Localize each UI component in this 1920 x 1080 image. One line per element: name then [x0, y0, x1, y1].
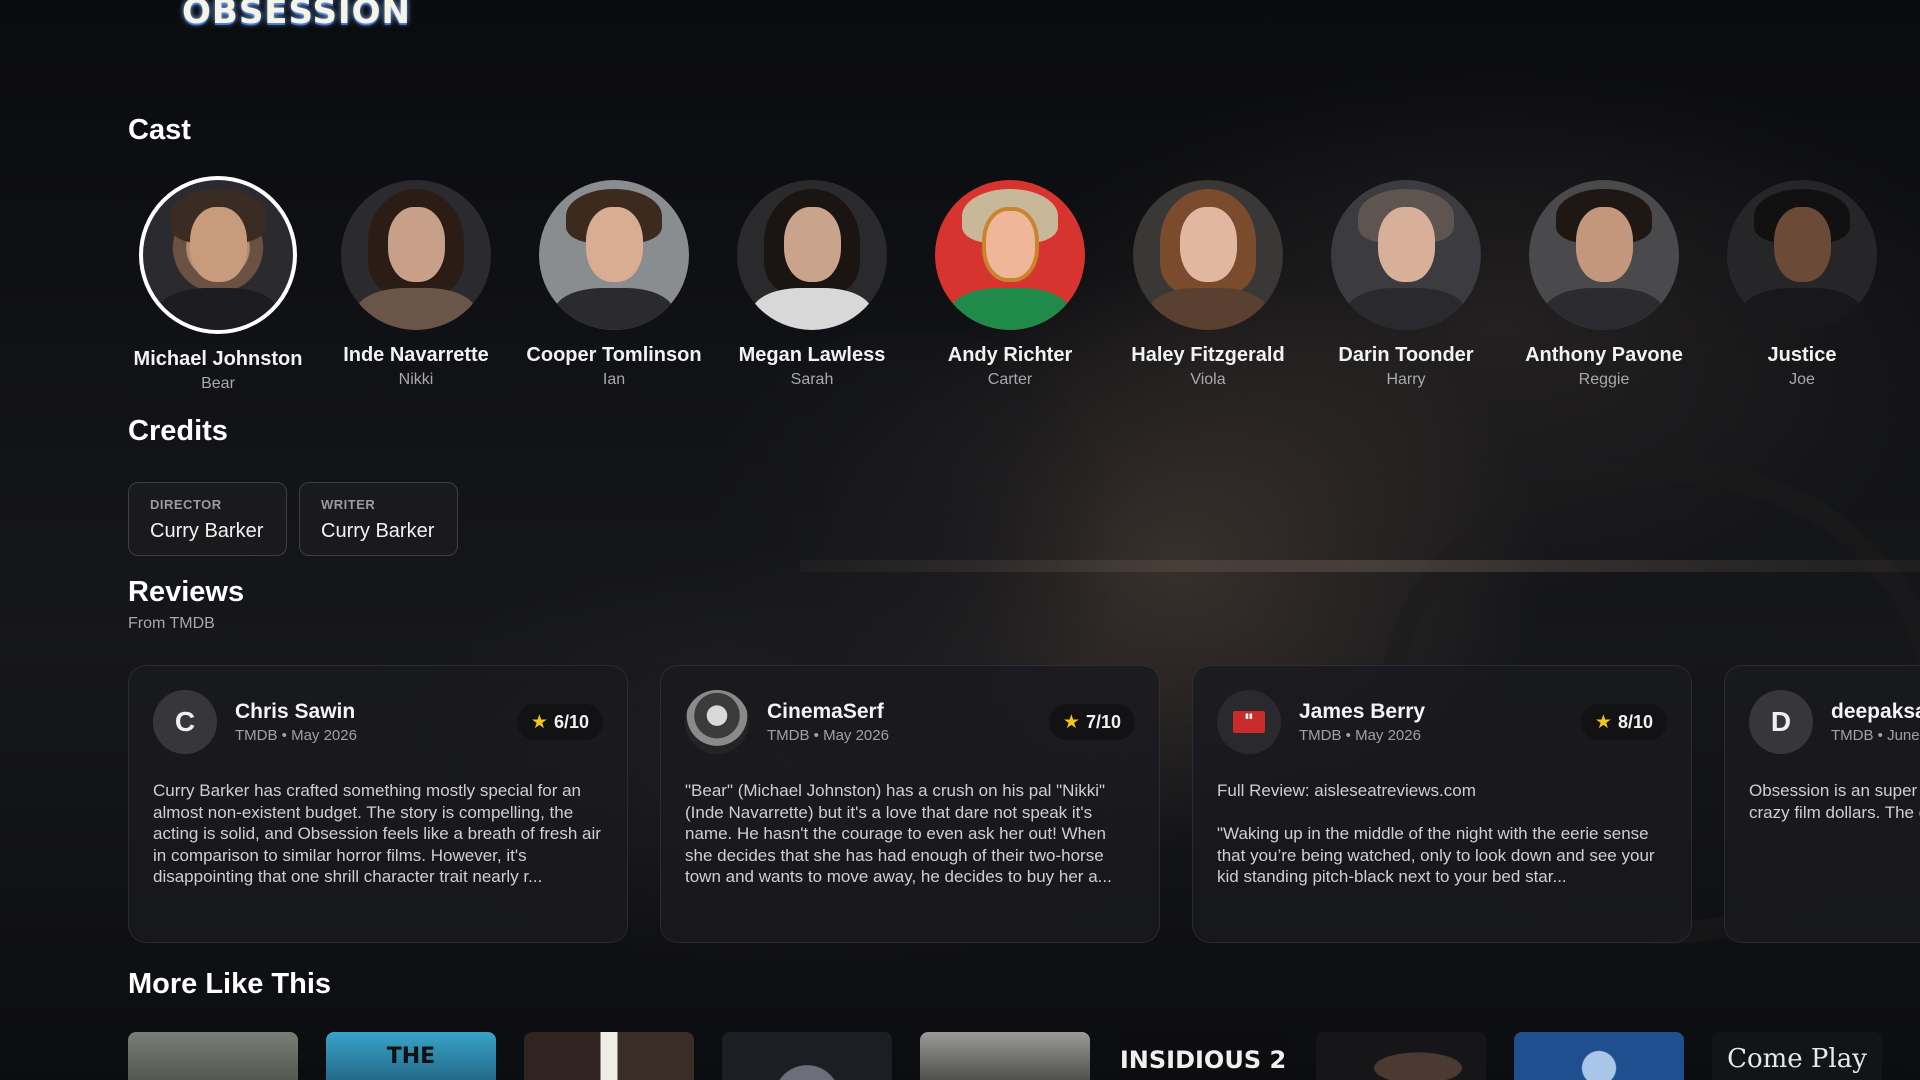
- rating-value: 8/10: [1617, 711, 1653, 732]
- cast-role: Viola: [1190, 371, 1226, 388]
- review-body: Full Review: aisleseatreviews.com "Wakin…: [1217, 781, 1655, 886]
- cast-avatar: [341, 180, 491, 330]
- star-icon: ★: [1594, 711, 1612, 733]
- cast-member[interactable]: Megan Lawless Sarah: [722, 176, 902, 389]
- review-author: CinemaSerf: [767, 700, 884, 723]
- cast-role: Nikki: [398, 371, 434, 388]
- review-source: TMDB • June: [1831, 727, 1920, 744]
- review-author: deepaksa: [1831, 700, 1920, 723]
- cast-member[interactable]: Cooper Tomlinson Ian: [524, 176, 704, 389]
- review-card[interactable]: D deepaksa TMDB • June Obsession is an s…: [1724, 665, 1920, 943]
- reviews-row: C Chris Sawin TMDB • May 2026 ★ 6/10 Cur…: [128, 665, 1920, 945]
- cast-name: Darin Toonder: [1338, 344, 1474, 366]
- credit-name: Curry Barker: [321, 520, 435, 542]
- cast-name: Cooper Tomlinson: [526, 344, 702, 366]
- credits-section-title: Credits: [128, 415, 228, 447]
- cast-name: Michael Johnston: [133, 348, 303, 370]
- poster[interactable]: INSIDIOUS 2: [1118, 1032, 1288, 1080]
- cast-role: Sarah: [790, 371, 834, 388]
- more-like-this-title: More Like This: [128, 968, 332, 1000]
- cast-row: Michael Johnston Bear Inde Navarrette Ni…: [128, 176, 1920, 396]
- review-source: TMDB • May 2026: [1299, 727, 1421, 744]
- cast-name: Andy Richter: [947, 344, 1073, 366]
- rating-value: 7/10: [1085, 711, 1121, 732]
- movie-logo: OBSESSION: [182, 0, 411, 32]
- review-body: "Bear" (Michael Johnston) has a crush on…: [685, 781, 1112, 886]
- review-author: James Berry: [1299, 700, 1426, 723]
- cast-name: Megan Lawless: [738, 344, 886, 366]
- review-source: TMDB • May 2026: [235, 727, 357, 744]
- cast-avatar: [539, 180, 689, 330]
- credit-name: Curry Barker: [150, 520, 264, 542]
- cast-role: Harry: [1386, 371, 1426, 388]
- cast-avatar: [1133, 180, 1283, 330]
- credit-role: WRITER: [321, 497, 376, 512]
- rating-badge: ★ 7/10: [1048, 704, 1135, 740]
- cast-member[interactable]: Inde Navarrette Nikki: [326, 176, 506, 389]
- rating-badge: ★ 6/10: [516, 704, 603, 740]
- poster[interactable]: [1514, 1032, 1684, 1080]
- cast-member[interactable]: Darin Toonder Harry: [1316, 176, 1496, 389]
- cast-name: Anthony Pavone: [1525, 344, 1683, 366]
- star-icon: ★: [530, 711, 548, 733]
- poster[interactable]: Come Play: [1712, 1032, 1882, 1080]
- poster[interactable]: [524, 1032, 694, 1080]
- reviews-subtitle: From TMDB: [128, 615, 215, 632]
- cast-name: Haley Fitzgerald: [1131, 344, 1285, 366]
- more-like-this-row: THE INSIDIOUS 2 Come Play: [128, 1032, 1920, 1080]
- cast-role: Ian: [602, 371, 626, 388]
- cast-name: Inde Navarrette: [343, 344, 489, 366]
- cast-avatar: [1529, 180, 1679, 330]
- backdrop-light-beam: [800, 560, 1920, 572]
- review-source: TMDB • May 2026: [767, 727, 889, 744]
- cast-avatar: [935, 180, 1085, 330]
- review-card[interactable]: CinemaSerf TMDB • May 2026 ★ 7/10 "Bear"…: [660, 665, 1160, 943]
- review-body: Obsession is an super directed by Curry …: [1749, 781, 1920, 822]
- credit-role: DIRECTOR: [150, 497, 222, 512]
- cast-member[interactable]: Haley Fitzgerald Viola: [1118, 176, 1298, 389]
- cast-role: Reggie: [1578, 371, 1630, 388]
- star-icon: ★: [1062, 711, 1080, 733]
- cast-name: Justice: [1767, 344, 1837, 366]
- cast-section-title: Cast: [128, 114, 191, 146]
- credit-card-writer[interactable]: WRITER Curry Barker: [299, 482, 458, 556]
- credit-card-director[interactable]: DIRECTOR Curry Barker: [128, 482, 287, 556]
- review-card[interactable]: ▮▮ James Berry TMDB • May 2026 ★ 8/10 Fu…: [1192, 665, 1692, 943]
- reviewer-avatar: [685, 690, 749, 754]
- reviewer-avatar: ▮▮: [1217, 690, 1281, 754]
- cast-avatar: [139, 176, 297, 334]
- review-card[interactable]: C Chris Sawin TMDB • May 2026 ★ 6/10 Cur…: [128, 665, 628, 943]
- cast-avatar: [1331, 180, 1481, 330]
- cast-avatar: [1727, 180, 1877, 330]
- poster[interactable]: THE: [326, 1032, 496, 1080]
- cast-member[interactable]: Michael Johnston Bear: [128, 176, 308, 393]
- credits-row: DIRECTOR Curry Barker WRITER Curry Barke…: [128, 482, 458, 556]
- cast-role: Joe: [1789, 371, 1815, 388]
- reviews-section-title: Reviews: [128, 576, 245, 608]
- reviewer-avatar: C: [153, 690, 217, 754]
- rating-badge: ★ 8/10: [1580, 704, 1667, 740]
- review-author: Chris Sawin: [235, 700, 356, 723]
- rating-value: 6/10: [553, 711, 589, 732]
- cast-member[interactable]: Andy Richter Carter: [920, 176, 1100, 389]
- poster[interactable]: [722, 1032, 892, 1080]
- review-body: Curry Barker has crafted something mostl…: [153, 781, 601, 886]
- cast-role: Carter: [987, 371, 1033, 388]
- cast-avatar: [737, 180, 887, 330]
- cast-member[interactable]: Anthony Pavone Reggie: [1514, 176, 1694, 389]
- poster[interactable]: [1316, 1032, 1486, 1080]
- cast-role: Bear: [201, 375, 235, 392]
- poster[interactable]: [920, 1032, 1090, 1080]
- aisle-seat-logo-icon: ▮▮: [1233, 711, 1265, 733]
- poster[interactable]: [128, 1032, 298, 1080]
- reviewer-avatar: D: [1749, 690, 1813, 754]
- cast-member[interactable]: Justice Joe: [1712, 176, 1892, 389]
